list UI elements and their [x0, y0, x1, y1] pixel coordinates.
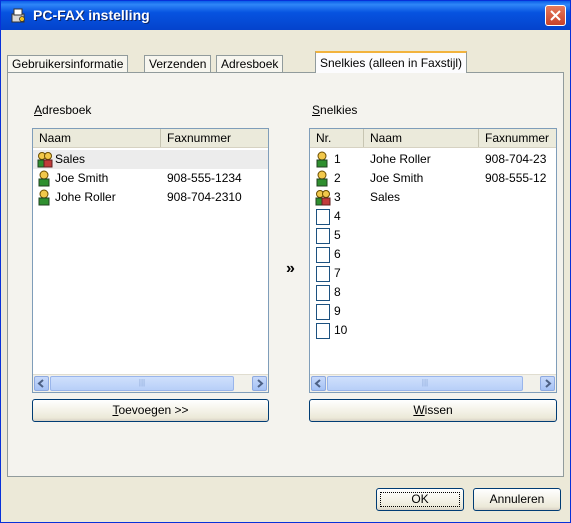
tab-gebruikersinformatie[interactable]: Gebruikersinformatie: [7, 55, 129, 72]
cancel-button[interactable]: Annuleren: [473, 488, 561, 511]
scroll-right-button[interactable]: [252, 376, 267, 391]
addressbook-label: Adresboek: [34, 103, 92, 117]
group-icon: [37, 152, 53, 168]
addressbook-row[interactable]: Johe Roller 908-704-2310: [33, 188, 268, 207]
speeddial-label: Snelkies: [312, 103, 358, 117]
title-bar[interactable]: PC-FAX instelling: [1, 1, 570, 30]
column-header-nr[interactable]: Nr.: [310, 129, 364, 147]
column-header-naam[interactable]: Naam: [364, 129, 479, 147]
person-icon: [316, 170, 328, 187]
close-button[interactable]: [545, 5, 566, 26]
empty-slot-checkbox[interactable]: [316, 209, 330, 225]
speeddial-number: 1: [334, 152, 341, 166]
speeddial-row[interactable]: 9: [310, 302, 556, 321]
arrow-left-icon: [37, 379, 44, 388]
person-icon: [38, 189, 50, 206]
speeddial-name: Joe Smith: [370, 171, 424, 185]
dialog-window: PC-FAX instelling Gebruikersinformatie V…: [0, 0, 571, 523]
speeddial-row[interactable]: 10: [310, 321, 556, 340]
speeddial-number: 10: [334, 323, 348, 337]
arrow-left-icon: [314, 379, 321, 388]
addressbook-list[interactable]: Naam Faxnummer Sales Joe Smith 908-555-1…: [32, 128, 269, 393]
speeddial-number: 3: [334, 190, 341, 204]
addressbook-row[interactable]: Joe Smith 908-555-1234: [33, 169, 268, 188]
speeddial-row[interactable]: 7: [310, 264, 556, 283]
speeddial-row[interactable]: 3 Sales: [310, 188, 556, 207]
column-header-faxnummer[interactable]: Faxnummer: [161, 129, 268, 147]
speeddial-fax: 908-555-12: [485, 171, 547, 185]
speeddial-row[interactable]: 4: [310, 207, 556, 226]
scroll-left-button[interactable]: [34, 376, 49, 391]
add-button[interactable]: Toevoegen >>: [32, 399, 269, 422]
arrow-right-icon: [545, 379, 552, 388]
speeddial-number: 5: [334, 228, 341, 242]
move-right-icon: »: [286, 260, 295, 277]
focus-rect: [380, 492, 460, 507]
arrow-right-icon: [257, 379, 264, 388]
empty-slot-checkbox[interactable]: [316, 228, 330, 244]
empty-slot-checkbox[interactable]: [316, 323, 330, 339]
speeddial-number: 8: [334, 285, 341, 299]
speeddial-fax: 908-704-23: [485, 152, 547, 166]
ok-button[interactable]: OK: [376, 488, 464, 511]
clear-button[interactable]: Wissen: [309, 399, 557, 422]
person-icon: [38, 170, 50, 187]
empty-slot-checkbox[interactable]: [316, 266, 330, 282]
column-header-naam[interactable]: Naam: [33, 129, 161, 147]
scroll-thumb[interactable]: |||: [327, 376, 523, 391]
speeddial-hscrollbar[interactable]: |||: [310, 374, 556, 392]
speeddial-header: Nr. Naam Faxnummer: [310, 129, 556, 148]
person-icon: [316, 151, 328, 168]
addressbook-hscrollbar[interactable]: |||: [33, 374, 268, 392]
speeddial-row[interactable]: 2 Joe Smith 908-555-12: [310, 169, 556, 188]
contact-fax: 908-704-2310: [167, 190, 242, 204]
contact-name: Sales: [55, 152, 86, 166]
speeddial-row[interactable]: 6: [310, 245, 556, 264]
tab-snelkies[interactable]: Snelkies (alleen in Faxstijl): [315, 51, 468, 73]
speeddial-list[interactable]: Nr. Naam Faxnummer 1 Johe Roller 908-704-2…: [309, 128, 557, 393]
scroll-thumb[interactable]: |||: [50, 376, 234, 391]
close-icon: [550, 10, 561, 21]
window-title: PC-FAX instelling: [33, 7, 150, 23]
scroll-right-button[interactable]: [540, 376, 555, 391]
contact-fax: 908-555-1234: [167, 171, 242, 185]
contact-name: Joe Smith: [55, 171, 109, 185]
speeddial-number: 7: [334, 266, 341, 280]
speeddial-name: Johe Roller: [370, 152, 431, 166]
speeddial-row[interactable]: 1 Johe Roller 908-704-23: [310, 150, 556, 169]
speeddial-name: Sales: [370, 190, 401, 204]
tab-adresboek[interactable]: Adresboek: [216, 55, 284, 72]
contact-name: Johe Roller: [55, 190, 116, 204]
group-icon: [315, 190, 331, 206]
speeddial-number: 9: [334, 304, 341, 318]
column-header-faxnummer[interactable]: Faxnummer: [479, 129, 556, 147]
empty-slot-checkbox[interactable]: [316, 247, 330, 263]
speeddial-number: 2: [334, 171, 341, 185]
addressbook-header: Naam Faxnummer: [33, 129, 268, 148]
addressbook-row[interactable]: Sales: [33, 150, 268, 169]
empty-slot-checkbox[interactable]: [316, 304, 330, 320]
scroll-left-button[interactable]: [311, 376, 326, 391]
empty-slot-checkbox[interactable]: [316, 285, 330, 301]
tab-panel-snelkies: Adresboek Naam Faxnummer Sales Joe Smith: [7, 72, 564, 477]
fax-settings-icon: [11, 8, 25, 23]
speeddial-row[interactable]: 8: [310, 283, 556, 302]
tab-verzenden[interactable]: Verzenden: [144, 55, 212, 72]
speeddial-number: 4: [334, 209, 341, 223]
speeddial-row[interactable]: 5: [310, 226, 556, 245]
speeddial-number: 6: [334, 247, 341, 261]
